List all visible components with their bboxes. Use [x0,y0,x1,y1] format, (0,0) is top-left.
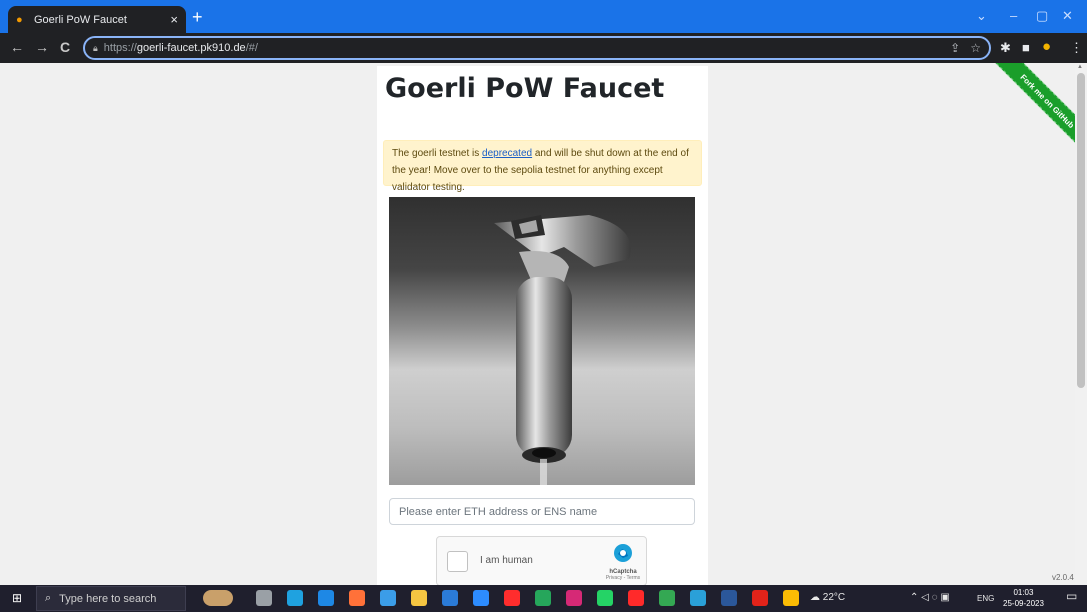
hcaptcha-links[interactable]: Privacy - Terms [603,575,643,581]
chrome-2-icon[interactable] [783,590,799,606]
minimize-icon[interactable]: – [1010,8,1017,23]
file-explorer-icon[interactable] [411,590,427,606]
deprecation-notice: The goerli testnet is deprecated and wil… [383,140,702,193]
scroll-up-icon[interactable]: ▲ [1077,64,1083,70]
faucet-image [389,197,695,485]
address-url[interactable]: https://goerli-faucet.pk910.de/#/ [104,42,258,54]
deprecated-link[interactable]: deprecated [482,148,532,159]
tab-search-icon[interactable]: ⌄ [976,8,987,24]
taskbar: ⊞ ⌕ Type here to search ☁ 22°C ⌃ ◁ ◌ ▣ E… [0,585,1087,612]
github-ribbon[interactable]: Fork me on GitHub [992,63,1087,156]
browser-toolbar: ← → C 🔒︎ https://goerli-faucet.pk910.de/… [0,33,1087,63]
captcha-checkbox[interactable] [447,551,468,572]
acrobat-icon[interactable] [752,590,768,606]
new-tab-icon[interactable]: + [192,8,203,26]
profile-icon[interactable]: ● [1042,39,1051,54]
word-icon[interactable] [721,590,737,606]
hcaptcha-logo: hCaptcha Privacy - Terms [603,543,643,581]
dropbox-icon[interactable] [473,590,489,606]
tab-close-icon[interactable]: × [170,12,178,27]
search-icon: ⌕ [45,592,52,604]
firefox-icon[interactable] [349,590,365,606]
faucet-illustration [494,215,631,485]
store-icon[interactable] [442,590,458,606]
cloud-icon: ☁ [810,592,820,603]
page-viewport: Goerli PoW Faucet The goerli testnet is … [0,63,1087,585]
lock-icon[interactable]: 🔒︎ [93,43,98,54]
tab-title: Goerli PoW Faucet [34,13,127,26]
opera-icon[interactable] [628,590,644,606]
scrollbar-thumb[interactable] [1077,73,1085,388]
share-icon[interactable]: ⇪ [950,41,960,55]
app-green-icon[interactable] [535,590,551,606]
page-title: Goerli PoW Faucet [385,73,665,104]
taskbar-search[interactable]: ⌕ Type here to search [36,586,186,611]
youtube-icon[interactable] [504,590,520,606]
forward-icon[interactable]: → [35,40,49,54]
hcaptcha-widget: I am human hCaptcha Privacy - Terms [436,536,647,585]
chrome-icon[interactable] [659,590,675,606]
taskbar-search-placeholder: Type here to search [59,592,157,605]
tab-goerli-faucet[interactable]: ● Goerli PoW Faucet × [8,6,186,33]
menu-icon[interactable]: ⋮ [1070,41,1083,54]
address-bar[interactable]: 🔒︎ https://goerli-faucet.pk910.de/#/ ⇪ ☆ [83,36,991,60]
mail-icon[interactable] [318,590,334,606]
tab-strip: ● Goerli PoW Faucet × + ⌄ – ▢ ✕ [0,0,1087,33]
captcha-label: I am human [480,555,533,566]
page-scrollbar[interactable]: ▲ [1075,63,1087,585]
clock-time: 01:03 [1013,588,1034,597]
omnibox-actions: ⇪ ☆ [950,41,981,55]
task-view-icon[interactable] [256,590,272,606]
photos-icon[interactable] [690,590,706,606]
back-icon[interactable]: ← [10,40,24,54]
notifications-icon[interactable]: ▭ [1066,590,1077,602]
edge-icon[interactable] [287,590,303,606]
hcaptcha-icon [614,544,632,562]
tray-icons[interactable]: ⌃ ◁ ◌ ▣ [910,593,950,603]
version-label: v2.0.4 [1052,573,1074,582]
whatsapp-icon[interactable] [597,590,613,606]
clock-date: 25-09-2023 [1003,599,1044,608]
close-window-icon[interactable]: ✕ [1062,8,1073,24]
language-indicator[interactable]: ENG [977,594,994,604]
instagram-icon[interactable] [566,590,582,606]
taskbar-clock[interactable]: 01:03 25-09-2023 [1003,587,1044,609]
vscode-icon[interactable] [380,590,396,606]
star-icon[interactable]: ☆ [970,41,981,55]
droplet-icon: ● [16,13,23,26]
news-widget-icon[interactable] [203,590,233,606]
eth-address-input[interactable] [389,498,695,525]
sidepanel-icon[interactable]: ■ [1022,41,1030,54]
weather-widget[interactable]: ☁ 22°C [810,593,845,603]
maximize-icon[interactable]: ▢ [1036,8,1048,24]
extensions-icon[interactable]: ✱ [1000,41,1011,54]
reload-icon[interactable]: C [60,40,70,54]
windows-start-icon[interactable]: ⊞ [12,592,22,604]
